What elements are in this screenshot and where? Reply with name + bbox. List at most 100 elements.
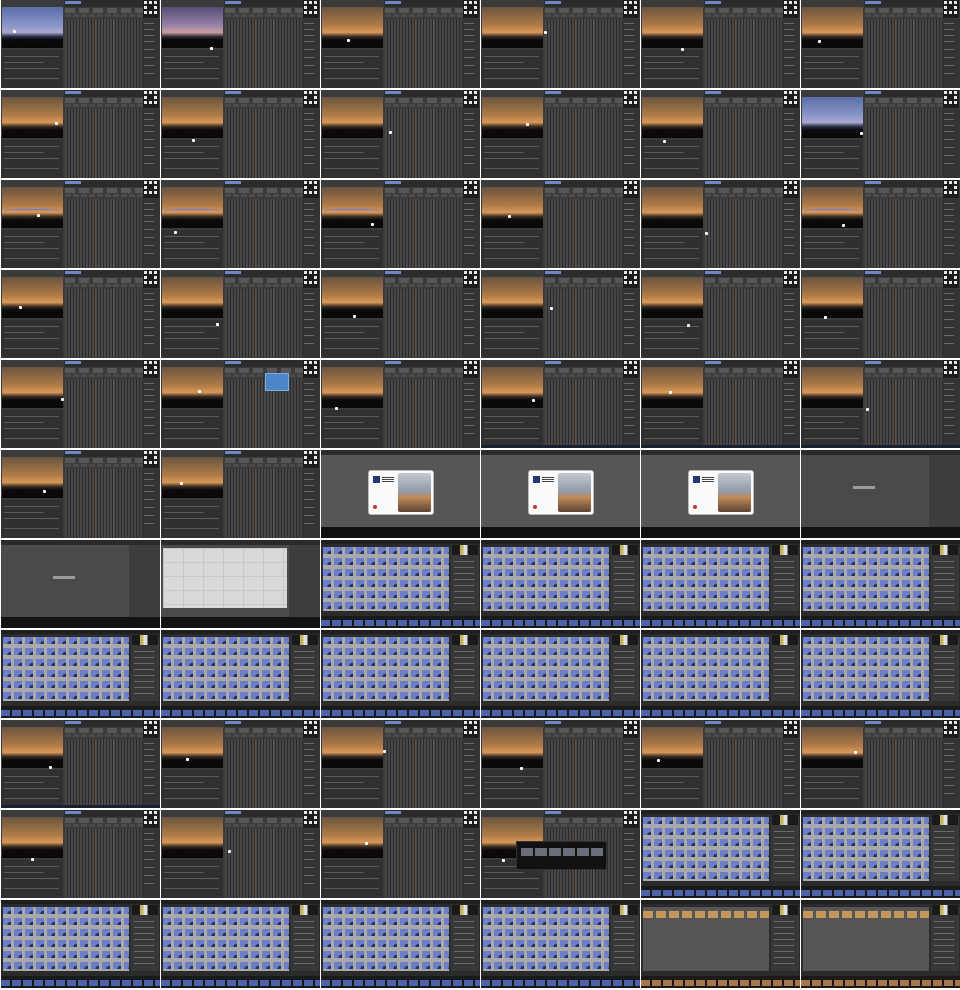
panel-line (934, 861, 954, 862)
logo-dot (154, 731, 157, 734)
thumbnail-grid (3, 637, 129, 701)
toolbar (385, 188, 463, 193)
panel-line (464, 293, 474, 294)
mouse-cursor-icon (216, 323, 219, 326)
logo-dot (154, 96, 157, 99)
panel-line (774, 567, 794, 568)
keyframe-table (545, 19, 621, 88)
window-title (385, 91, 401, 94)
toolbar-secondary (545, 824, 623, 827)
toolbar-secondary (65, 14, 143, 17)
mouse-cursor-icon (687, 324, 690, 327)
panel-line (944, 57, 954, 58)
right-panel (622, 379, 640, 448)
panel-line (934, 945, 954, 946)
logo-dot (154, 371, 157, 374)
keyframe-table (705, 289, 781, 358)
logo-dot (624, 276, 627, 279)
logo-dot (304, 821, 307, 824)
logo-dot (954, 6, 957, 9)
panel-line (774, 675, 794, 676)
histogram (772, 635, 798, 645)
panel-line (784, 793, 794, 794)
panel-line (784, 785, 794, 786)
panel-line (784, 229, 794, 230)
logo-dot (149, 281, 152, 284)
logo-dot (314, 361, 317, 364)
logo-dot (464, 276, 467, 279)
panel-line (134, 687, 154, 688)
toolbar (865, 188, 943, 193)
panel-line (624, 113, 634, 114)
panel-line (484, 68, 539, 69)
panel-line (934, 939, 954, 940)
thumbnail-grid (643, 907, 769, 971)
mouse-cursor-icon (353, 315, 356, 318)
toolbar (225, 278, 303, 283)
window-titlebar (321, 900, 480, 904)
panel-line (934, 843, 954, 844)
toolbar (705, 728, 783, 733)
logo-dot (944, 726, 947, 729)
logo-dot (309, 1, 312, 4)
logo-dot (474, 191, 477, 194)
logo-dot (154, 101, 157, 104)
logo-dot (469, 91, 472, 94)
panel-line (4, 332, 44, 333)
panel-line (774, 579, 794, 580)
screen-tile (321, 900, 480, 988)
panel-line (934, 573, 954, 574)
filmstrip (1, 617, 160, 628)
panel-line (624, 253, 634, 254)
logo-dot (144, 181, 147, 184)
develop-panel (771, 637, 799, 701)
panel-line (774, 849, 794, 850)
app-logo-icon (783, 180, 799, 198)
panel-line (934, 585, 954, 586)
panel-line (304, 777, 314, 778)
panel-line (454, 963, 474, 964)
panel-line (324, 78, 379, 79)
logo-dot (949, 721, 952, 724)
panel-line (304, 119, 314, 120)
app-logo-icon (303, 0, 319, 18)
panel-line (324, 866, 379, 867)
logo-dot (464, 821, 467, 824)
app-logo-icon (303, 90, 319, 108)
logo-dot (154, 726, 157, 729)
filmstrip (321, 706, 480, 718)
panel-line (624, 343, 634, 344)
panel-line (944, 49, 954, 50)
panel-line (464, 237, 474, 238)
logo-dot (624, 271, 627, 274)
panel-line (304, 433, 314, 434)
panel-line (934, 597, 954, 598)
panel-line (4, 348, 59, 349)
logo-dot (794, 11, 797, 14)
panel-line (304, 125, 314, 126)
logo-dot (304, 271, 307, 274)
mouse-cursor-icon (532, 399, 535, 402)
toolbar (865, 98, 943, 103)
panel-line (4, 258, 59, 259)
logo-dot (314, 366, 317, 369)
panel-line (944, 253, 954, 254)
panel-line (934, 927, 954, 928)
logo-dot (474, 96, 477, 99)
panel-line (944, 35, 954, 36)
panel-line (304, 147, 314, 148)
logo-dot (634, 371, 637, 374)
panel-line (324, 62, 364, 63)
mouse-cursor-icon (866, 408, 869, 411)
window-titlebar (641, 900, 800, 904)
screen-tile (801, 0, 960, 88)
mouse-cursor-icon (550, 307, 553, 310)
panel-line (464, 859, 474, 860)
logo-dot (144, 11, 147, 14)
panel-line (784, 299, 794, 300)
window-titlebar (161, 630, 320, 634)
panel-line (144, 883, 154, 884)
right-panel (942, 379, 960, 448)
panel-line (304, 305, 314, 306)
status-bar (641, 527, 800, 538)
